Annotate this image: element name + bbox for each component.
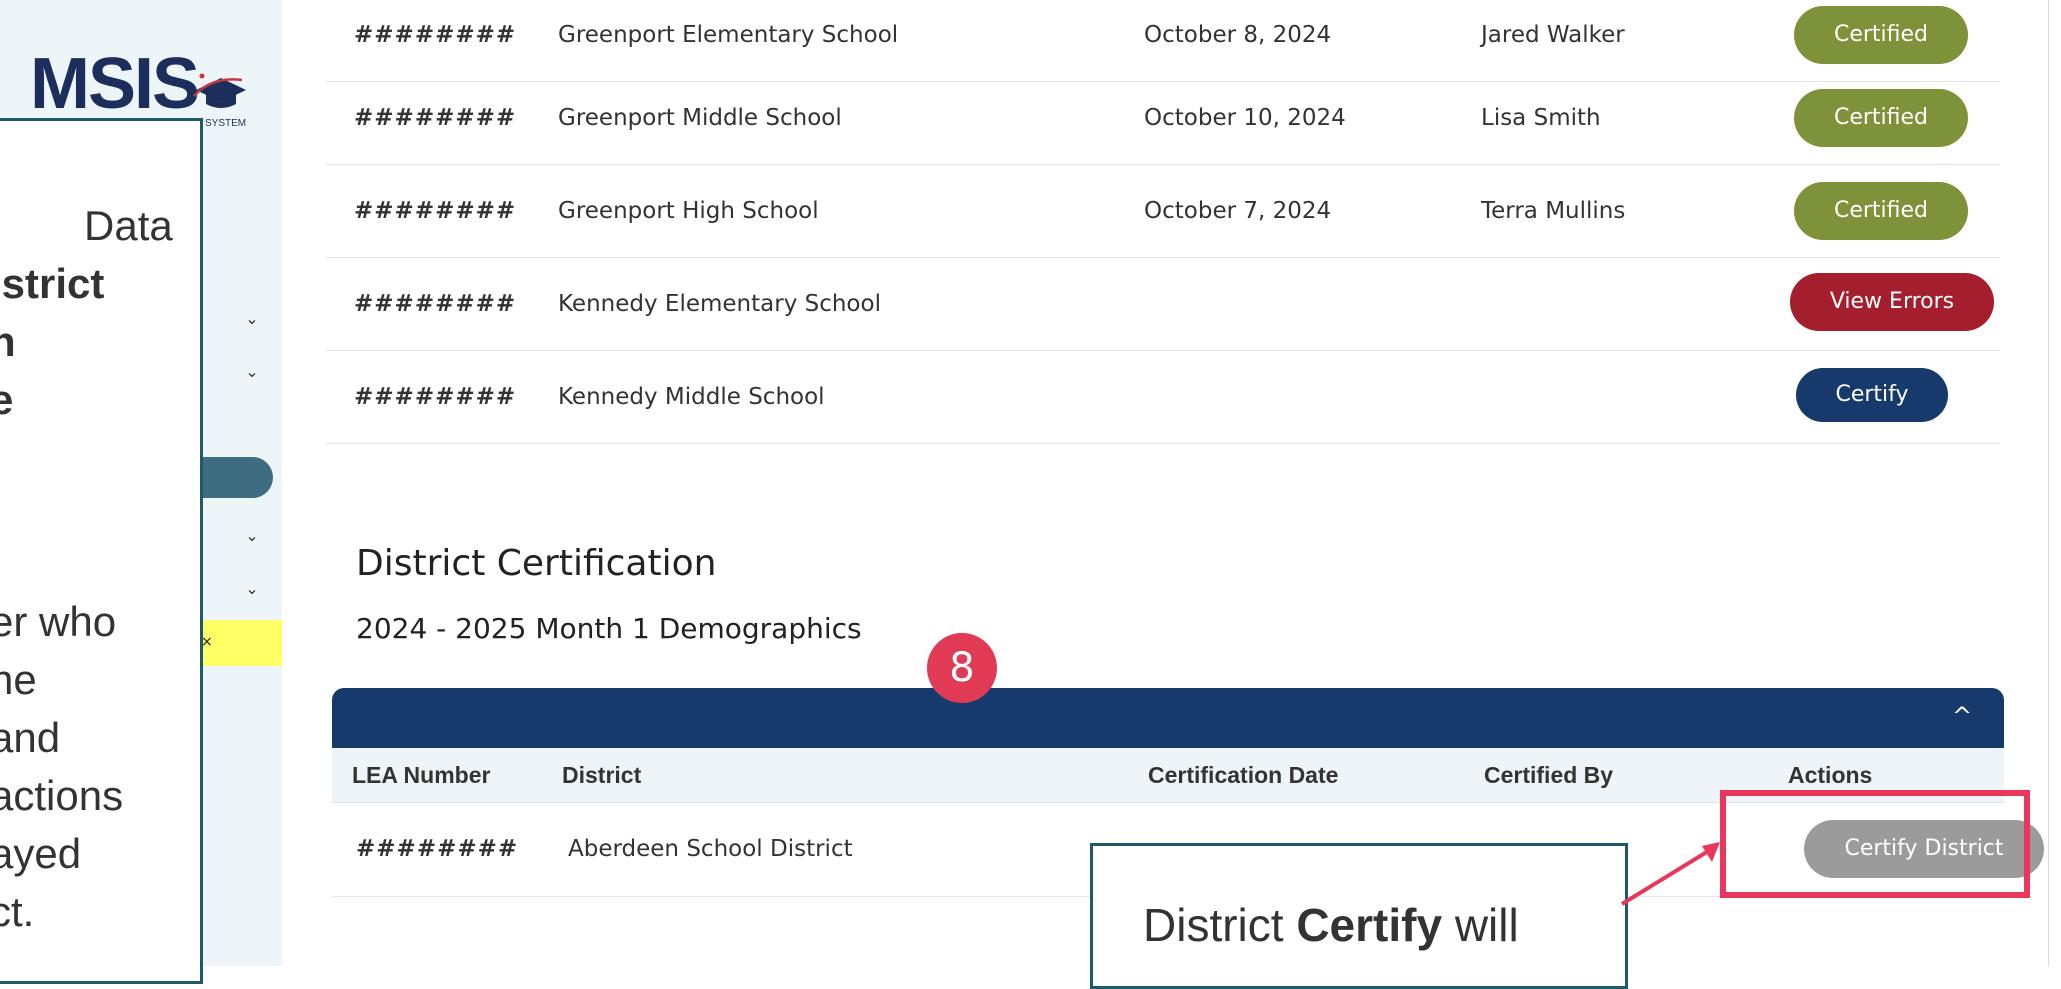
lea-number: ######## <box>354 198 517 224</box>
table-row: ######## Kennedy Elementary School View … <box>326 258 2000 351</box>
msis-logo: MSIS <box>30 44 200 124</box>
column-header-date: Certification Date <box>1148 762 1339 788</box>
certified-status-button[interactable]: Certified <box>1794 89 1968 147</box>
instruction-line: ne <box>0 656 37 703</box>
column-header-certified-by: Certified By <box>1484 762 1614 788</box>
step-badge: 8 <box>927 633 997 703</box>
school-name: Greenport Elementary School <box>558 22 899 48</box>
scrollbar[interactable] <box>2048 0 2061 966</box>
arrow-icon <box>1620 842 1720 906</box>
chevron-down-icon[interactable]: ⌄ <box>244 528 260 544</box>
accordion-header[interactable]: ^ <box>332 688 2004 748</box>
chevron-down-icon[interactable]: ⌄ <box>244 311 260 327</box>
instruction-line: istrict <box>0 260 105 307</box>
column-header-lea: LEA Number <box>352 762 491 788</box>
table-row: ######## Greenport Middle School October… <box>326 72 2000 165</box>
table-row: ######## Kennedy Middle School Certify <box>326 351 2000 444</box>
certify-button[interactable]: Certify <box>1796 368 1948 422</box>
column-header-district: District <box>562 762 642 788</box>
highlight-box <box>1720 790 2030 898</box>
lea-number: ######## <box>354 384 517 410</box>
lea-number: ######## <box>354 22 517 48</box>
view-errors-button[interactable]: View Errors <box>1790 273 1994 331</box>
instruction-line: Data <box>84 202 173 249</box>
instruction-line: ayed <box>0 830 82 877</box>
logo-system-label: SYSTEM <box>205 118 247 129</box>
certified-by: Jared Walker <box>1481 22 1625 48</box>
certified-status-button[interactable]: Certified <box>1794 6 1968 64</box>
instruction-line: e <box>0 371 13 429</box>
chevron-up-icon[interactable]: ^ <box>1948 702 1976 730</box>
instruction-callout-bottom: District Certify will <box>1090 843 1628 989</box>
school-name: Kennedy Elementary School <box>558 291 881 317</box>
certified-by: Terra Mullins <box>1481 198 1626 224</box>
school-name: Greenport Middle School <box>558 105 842 131</box>
instruction-line: actions <box>0 772 124 819</box>
certification-date: October 10, 2024 <box>1144 105 1346 131</box>
school-name: Greenport High School <box>558 198 819 224</box>
instruction-line: and <box>0 714 61 761</box>
certification-date: October 8, 2024 <box>1144 22 1332 48</box>
instruction-line: ct. <box>0 888 35 935</box>
school-name: Kennedy Middle School <box>558 384 825 410</box>
instruction-callout-left: Data istrict n e er who ne and actions a… <box>0 118 203 984</box>
table-row: ######## Greenport High School October 7… <box>326 165 2000 258</box>
chevron-down-icon[interactable]: ⌄ <box>244 581 260 597</box>
certification-date: October 7, 2024 <box>1144 198 1332 224</box>
certified-by: Lisa Smith <box>1481 105 1601 131</box>
district-name: Aberdeen School District <box>568 836 853 862</box>
lea-number: ######## <box>356 836 519 862</box>
section-subtitle: 2024 - 2025 Month 1 Demographics <box>356 612 862 645</box>
chevron-down-icon[interactable]: ⌄ <box>244 364 260 380</box>
table-row: ######## Greenport Elementary School Oct… <box>326 0 2000 82</box>
graduation-cap-icon <box>193 73 246 108</box>
instruction-line: n <box>0 313 16 371</box>
section-title: District Certification <box>356 543 717 584</box>
instruction-line: er who <box>0 598 117 645</box>
lea-number: ######## <box>354 291 517 317</box>
certified-status-button[interactable]: Certified <box>1794 182 1968 240</box>
lea-number: ######## <box>354 105 517 131</box>
callout-text: District Certify will <box>1143 899 1519 951</box>
